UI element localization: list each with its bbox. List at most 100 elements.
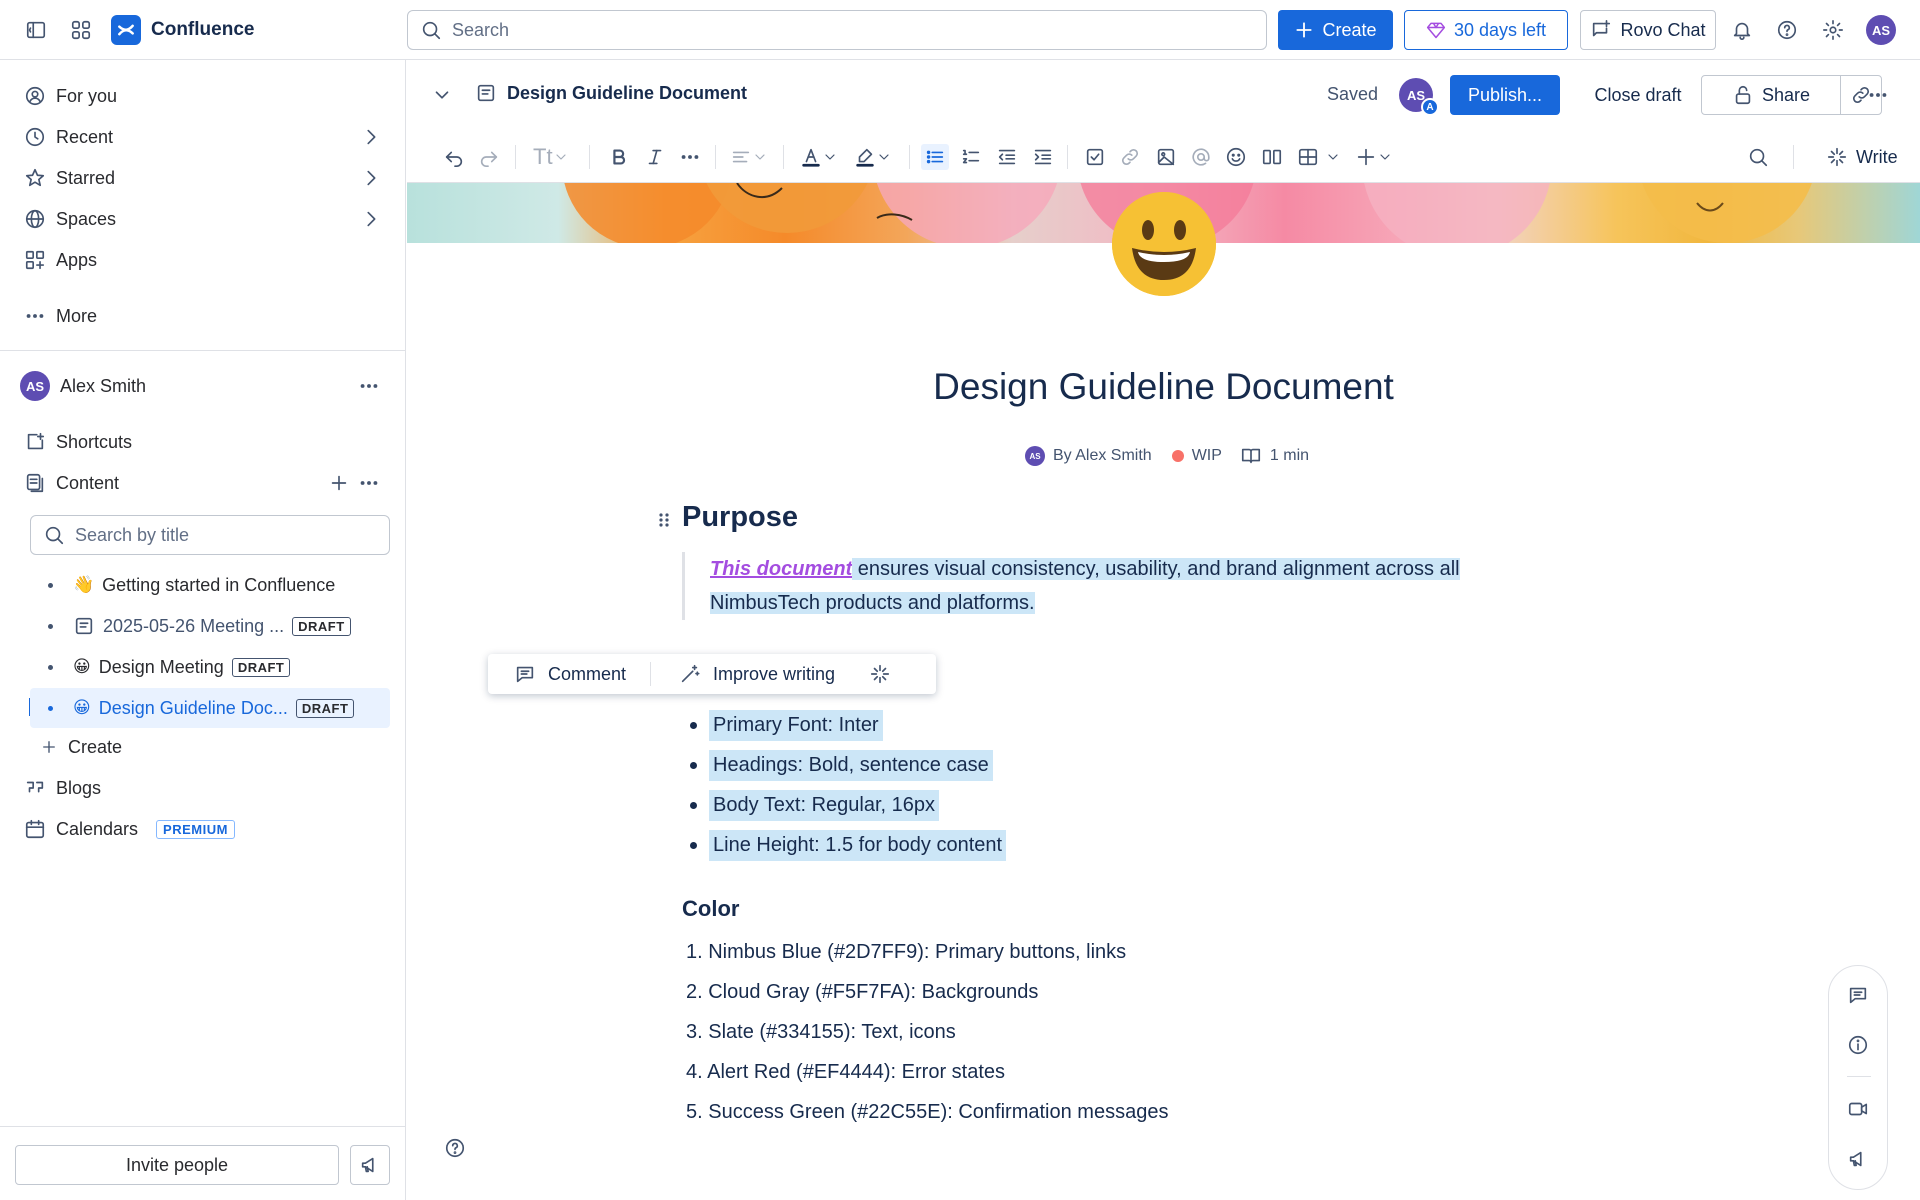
emoji-icon[interactable] [1225,144,1247,170]
layout-columns-icon[interactable] [1261,144,1283,170]
redo-icon[interactable] [478,144,500,170]
heading-color[interactable]: Color [682,896,739,922]
chevron-right-icon[interactable] [360,126,382,148]
video-icon[interactable] [1847,1098,1869,1120]
italic-icon[interactable] [644,144,666,170]
drag-handle-icon[interactable] [657,511,671,529]
bullet-list-icon[interactable] [921,144,949,170]
sidebar-item-more[interactable]: More [24,300,97,332]
more-actions-icon[interactable] [1867,84,1889,106]
top-navigation-bar: Confluence Create 30 days left Rovo Chat… [0,0,1920,60]
tree-item-getting-started[interactable]: 👋 Getting started in Confluence [30,565,390,605]
tree-item-design-guideline[interactable]: 😀 Design Guideline Doc... DRAFT [30,688,390,728]
find-replace-icon[interactable] [1747,144,1769,170]
feedback-button[interactable] [350,1145,390,1185]
trial-button[interactable]: 30 days left [1404,10,1568,50]
app-switcher-icon[interactable] [66,15,96,45]
chevron-down-icon[interactable] [431,84,453,106]
bold-icon[interactable] [608,144,630,170]
list-item[interactable]: 5. Success Green (#22C55E): Confirmation… [686,1101,1168,1124]
link-icon[interactable] [1119,144,1141,170]
help-icon[interactable] [1772,15,1802,45]
user-avatar[interactable]: AS [1866,15,1896,45]
page-breadcrumb[interactable]: Design Guideline Document [475,82,747,104]
publish-button[interactable]: Publish... [1450,75,1560,115]
document-title[interactable]: Design Guideline Document [407,366,1920,408]
global-search[interactable] [407,10,1267,50]
tree-item-design-meeting[interactable]: 😀 Design Meeting DRAFT [30,647,390,687]
document-link[interactable]: This document [710,558,852,580]
content-more-icon[interactable] [358,472,380,494]
list-item[interactable]: Headings: Bold, sentence case [690,750,993,781]
sidebar-item-starred[interactable]: Starred [24,162,115,194]
sidebar-item-calendars[interactable]: Calendars PREMIUM [24,813,235,845]
sidebar-item-apps[interactable]: Apps [24,244,97,276]
undo-icon[interactable] [443,144,465,170]
toolbar-separator [715,145,716,169]
space-header[interactable]: AS Alex Smith [20,370,146,402]
purpose-quote[interactable]: This document ensures visual consistency… [682,552,1542,620]
list-item[interactable]: 2. Cloud Gray (#F5F7FA): Backgrounds [686,981,1038,1004]
share-button[interactable]: Share [1701,75,1841,115]
content-search[interactable] [30,515,390,555]
sidebar-toggle-icon[interactable] [21,15,51,45]
alignment-dropdown[interactable] [730,144,768,170]
author-name[interactable]: By Alex Smith [1053,447,1152,465]
list-item[interactable]: Primary Font: Inter [690,710,883,741]
image-icon[interactable] [1155,144,1177,170]
global-search-input[interactable] [452,19,1232,41]
chevron-right-icon[interactable] [360,167,382,189]
tree-item-meeting-notes[interactable]: 2025-05-26 Meeting ... DRAFT [30,606,390,646]
indent-icon[interactable] [1032,144,1054,170]
close-draft-button[interactable]: Close draft [1575,75,1701,115]
mention-icon[interactable] [1190,144,1212,170]
collaborator-avatar[interactable]: AS A [1399,78,1439,116]
comment-button[interactable]: Comment [514,663,626,685]
text-color-dropdown[interactable] [800,144,838,170]
content-search-input[interactable] [75,524,375,546]
sidebar-item-for-you[interactable]: For you [24,80,117,112]
info-icon[interactable] [1847,1034,1869,1056]
invite-people-button[interactable]: Invite people [15,1145,339,1185]
improve-writing-button[interactable]: Improve writing [679,663,835,685]
more-formatting-icon[interactable] [679,144,701,170]
help-circle-icon[interactable] [444,1137,466,1159]
sidebar-item-content[interactable]: Content [24,467,119,499]
list-item[interactable]: 4. Alert Red (#EF4444): Error states [686,1061,1005,1084]
create-button[interactable]: Create [1278,10,1393,50]
ai-sparkle-icon[interactable] [869,663,891,685]
heading-purpose[interactable]: Purpose [682,501,798,534]
tree-create-button[interactable]: Create [40,731,122,763]
list-item[interactable]: Body Text: Regular, 16px [690,790,939,821]
table-dropdown[interactable] [1297,144,1341,170]
numbered-list-icon[interactable] [960,144,982,170]
outdent-icon[interactable] [996,144,1018,170]
rovo-chat-button[interactable]: Rovo Chat [1580,10,1716,50]
ai-sparkle-icon [1827,147,1847,167]
add-content-icon[interactable] [328,472,350,494]
sidebar-item-recent[interactable]: Recent [24,121,113,153]
list-item[interactable]: 1. Nimbus Blue (#2D7FF9): Primary button… [686,941,1126,964]
apps-icon [25,250,45,270]
list-item[interactable]: Line Height: 1.5 for body content [690,830,1007,861]
notifications-icon[interactable] [1727,15,1757,45]
sidebar-item-spaces[interactable]: Spaces [24,203,116,235]
text-style-icon: Tt [533,144,553,169]
chevron-down-icon [555,154,566,160]
sidebar-item-shortcuts[interactable]: Shortcuts [24,426,132,458]
status-label[interactable]: WIP [1192,447,1222,465]
settings-gear-icon[interactable] [1818,15,1848,45]
insert-dropdown[interactable] [1355,144,1393,170]
list-item[interactable]: 3. Slate (#334155): Text, icons [686,1021,956,1044]
page-emoji-icon[interactable] [1112,192,1216,296]
task-checkbox-icon[interactable] [1084,144,1106,170]
megaphone-icon[interactable] [1847,1148,1869,1170]
space-more-icon[interactable] [358,375,380,397]
confluence-logo[interactable]: Confluence [111,15,254,45]
write-ai-button[interactable]: Write [1826,144,1898,170]
sidebar-item-blogs[interactable]: Blogs [24,772,101,804]
comments-icon[interactable] [1847,984,1869,1006]
chevron-right-icon[interactable] [360,208,382,230]
highlight-dropdown[interactable] [854,144,892,170]
text-style-dropdown[interactable]: Tt [533,144,569,170]
